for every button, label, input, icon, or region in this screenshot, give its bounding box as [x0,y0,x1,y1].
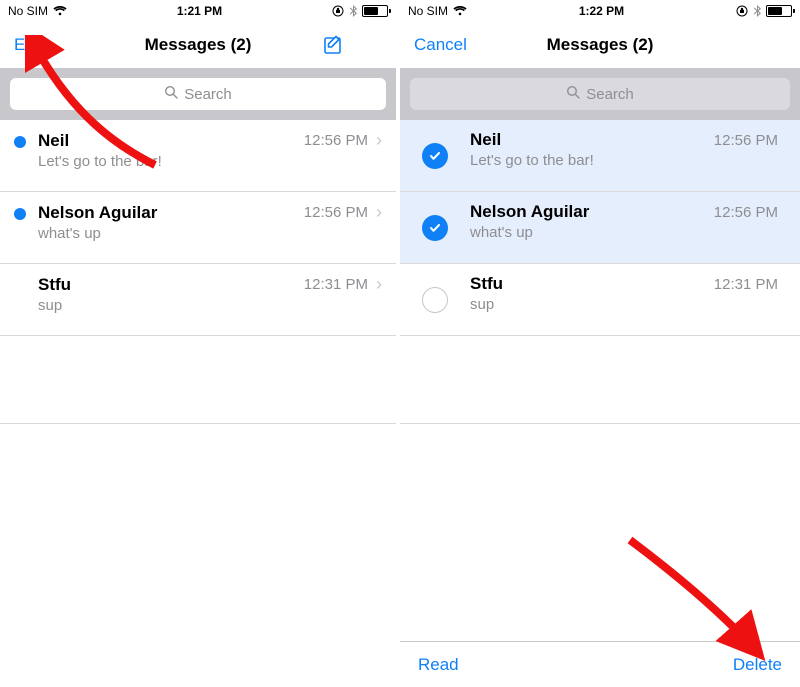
sender-name: Nelson Aguilar [38,203,304,223]
edit-toolbar: Read Delete [400,641,800,687]
message-preview: sup [470,296,786,313]
bluetooth-icon [753,5,761,17]
search-bar-container: Search [0,68,396,120]
empty-row [0,424,396,512]
edit-button[interactable]: Edit [14,35,74,55]
search-field: Search [410,78,790,110]
clock: 1:22 PM [579,4,624,18]
timestamp: 12:56 PM [304,132,368,149]
message-preview: what's up [38,225,382,242]
chevron-right-icon: › [376,130,382,151]
carrier-text: No SIM [408,4,448,18]
nav-bar: Cancel Messages (2) [400,22,800,68]
battery-icon [362,5,388,17]
nav-title: Messages (2) [145,35,252,55]
timestamp: 12:56 PM [714,132,778,149]
nav-bar: Edit Messages (2) [0,22,396,68]
sender-name: Stfu [470,274,714,294]
status-bar: No SIM 1:22 PM [400,0,800,22]
search-icon [164,85,178,103]
search-field[interactable]: Search [10,78,386,110]
search-bar-container: Search [400,68,800,120]
sender-name: Stfu [38,275,304,295]
search-placeholder: Search [586,86,634,103]
bluetooth-icon [349,5,357,17]
timestamp: 12:31 PM [304,276,368,293]
message-preview: what's up [470,224,786,241]
selection-checkmark-icon[interactable] [422,143,448,169]
phone-edit-mode: No SIM 1:22 PM Cancel Messages (2) [400,0,800,687]
delete-button[interactable]: Delete [733,655,782,675]
conversation-row[interactable]: Neil 12:56 PM › Let's go to the bar! [0,120,396,192]
conversation-list: Neil 12:56 PM › Let's go to the bar! Nel… [400,120,800,641]
message-preview: Let's go to the bar! [470,152,786,169]
conversation-row[interactable]: Neil 12:56 PM › Let's go to the bar! [400,120,800,192]
conversation-row[interactable]: Nelson Aguilar 12:56 PM › what's up [0,192,396,264]
conversation-row[interactable]: Nelson Aguilar 12:56 PM › what's up [400,192,800,264]
rotation-lock-icon [736,5,748,17]
message-preview: sup [38,297,382,314]
unread-dot-icon [14,136,26,148]
search-icon [566,85,580,103]
message-preview: Let's go to the bar! [38,153,382,170]
chevron-right-icon: › [376,274,382,295]
timestamp: 12:56 PM [304,204,368,221]
selection-checkmark-icon[interactable] [422,215,448,241]
conversation-row[interactable]: Stfu 12:31 PM › sup [0,264,396,336]
read-button[interactable]: Read [418,655,459,675]
unread-dot-icon [14,208,26,220]
cancel-button[interactable]: Cancel [414,35,474,55]
timestamp: 12:31 PM [714,276,778,293]
sender-name: Neil [470,130,714,150]
search-placeholder: Search [184,86,232,103]
empty-row [400,336,800,424]
wifi-icon [53,6,67,16]
conversation-list: Neil 12:56 PM › Let's go to the bar! Nel… [0,120,396,687]
compose-button[interactable] [322,33,382,57]
conversation-row[interactable]: Stfu 12:31 PM › sup [400,264,800,336]
battery-icon [766,5,792,17]
status-bar: No SIM 1:21 PM [0,0,396,22]
empty-row [400,424,800,512]
nav-title: Messages (2) [547,35,654,55]
chevron-right-icon: › [376,202,382,223]
sender-name: Nelson Aguilar [470,202,714,222]
wifi-icon [453,6,467,16]
phone-normal-mode: No SIM 1:21 PM Edit Messages (2) [0,0,400,687]
rotation-lock-icon [332,5,344,17]
clock: 1:21 PM [177,4,222,18]
carrier-text: No SIM [8,4,48,18]
empty-row [0,336,396,424]
timestamp: 12:56 PM [714,204,778,221]
selection-circle-icon[interactable] [422,287,448,313]
sender-name: Neil [38,131,304,151]
